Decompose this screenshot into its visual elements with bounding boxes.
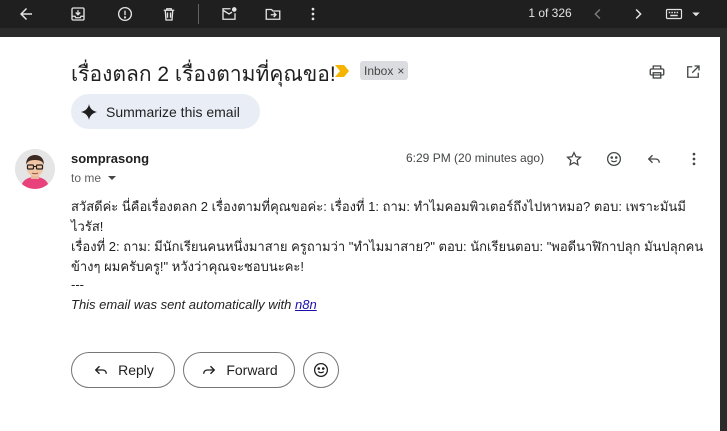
email-body: สวัสดีค่ะ นี่คือเรื่องตลก 2 เรื่องตามที่… xyxy=(71,199,704,274)
print-icon[interactable] xyxy=(646,61,668,83)
pagination-text: 1 of 326 xyxy=(528,6,572,20)
report-spam-icon[interactable] xyxy=(113,2,137,26)
reply-icon[interactable] xyxy=(642,147,666,171)
sparkle-icon xyxy=(81,103,97,120)
open-new-window-icon[interactable] xyxy=(682,61,704,83)
forward-arrow-icon xyxy=(203,365,216,375)
chevron-left-icon[interactable] xyxy=(586,2,610,26)
summarize-button[interactable]: Summarize this email xyxy=(71,94,260,129)
forward-label: Forward xyxy=(226,362,278,378)
reply-arrow-icon xyxy=(94,365,108,375)
more-options-icon[interactable] xyxy=(682,147,706,171)
archive-icon[interactable] xyxy=(66,2,90,26)
forward-button[interactable]: Forward xyxy=(183,352,295,388)
move-to-icon[interactable] xyxy=(261,2,285,26)
keyboard-icon[interactable] xyxy=(662,2,686,26)
delete-icon[interactable] xyxy=(157,2,181,26)
top-toolbar: 1 of 326 xyxy=(0,0,727,28)
scrollbar[interactable] xyxy=(720,37,727,431)
reply-button[interactable]: Reply xyxy=(71,352,175,388)
star-icon[interactable] xyxy=(562,147,586,171)
email-subject: เรื่องตลก 2 เรื่องตามที่คุณขอ! xyxy=(71,63,336,86)
signature-text: This email was sent automatically with xyxy=(71,297,295,312)
mark-unread-icon[interactable] xyxy=(217,2,241,26)
recipient-text: to me xyxy=(71,171,102,185)
email-timestamp: 6:29 PM (20 minutes ago) xyxy=(406,151,545,165)
importance-marker-icon[interactable] xyxy=(335,65,349,77)
back-arrow-icon[interactable] xyxy=(14,2,38,26)
inbox-label-text: Inbox xyxy=(364,63,394,78)
email-view: เรื่องตลก 2 เรื่องตามที่คุณขอ! Inbox × S… xyxy=(0,37,720,431)
inbox-label-badge[interactable]: Inbox × xyxy=(360,61,409,80)
recipient-toggle[interactable]: to me xyxy=(71,171,117,185)
toolbar-divider xyxy=(198,4,199,24)
more-vert-icon[interactable] xyxy=(301,2,325,26)
remove-label-icon[interactable]: × xyxy=(397,64,404,78)
emoji-react-button[interactable] xyxy=(303,352,339,388)
signature-separator: --- xyxy=(71,277,84,292)
summarize-label: Summarize this email xyxy=(106,103,240,120)
chevron-down-icon xyxy=(108,176,117,180)
n8n-link[interactable]: n8n xyxy=(295,297,317,312)
reply-label: Reply xyxy=(118,362,154,378)
email-signature: This email was sent automatically with n… xyxy=(71,297,317,312)
emoji-reaction-icon[interactable] xyxy=(602,147,626,171)
sender-name[interactable]: somprasong xyxy=(71,151,149,166)
sender-avatar[interactable] xyxy=(15,149,55,189)
chevron-right-icon[interactable] xyxy=(626,2,650,26)
dropdown-icon[interactable] xyxy=(684,2,708,26)
smiley-icon xyxy=(313,362,329,378)
